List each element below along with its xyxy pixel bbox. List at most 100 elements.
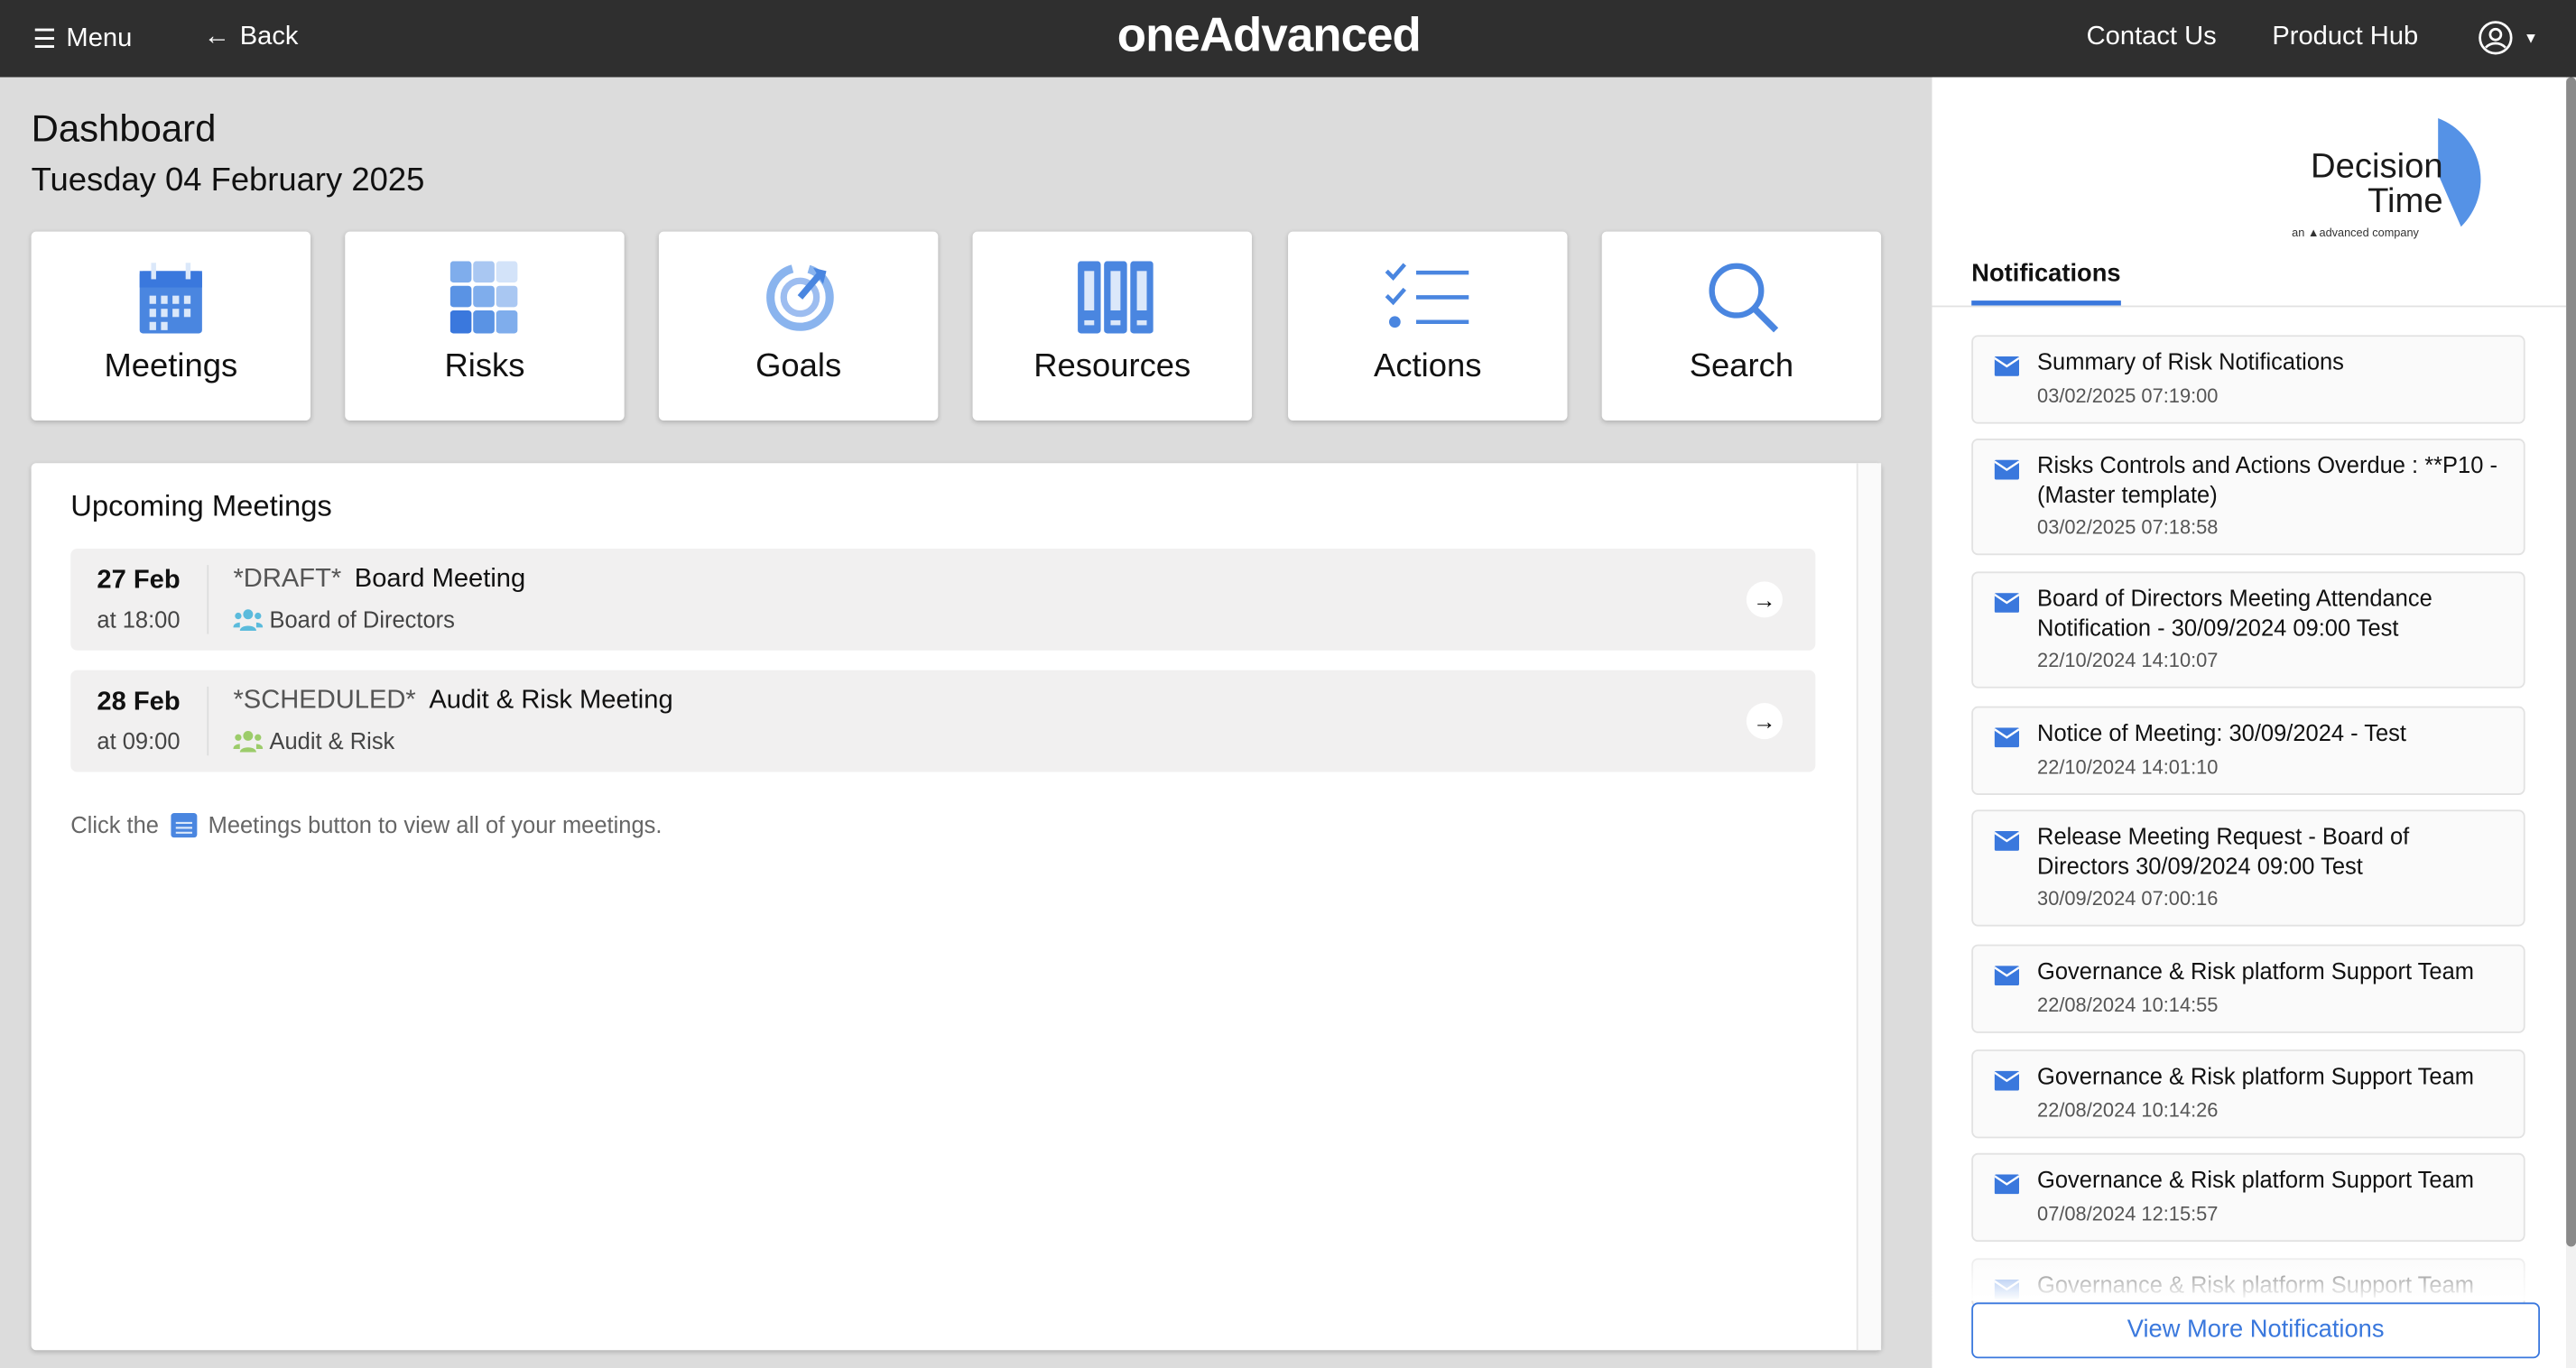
notification-card[interactable]: Risks Controls and Actions Overdue : **P… (1971, 438, 2525, 556)
panel-scrollbar[interactable] (1856, 463, 1882, 1351)
svg-text:Time: Time (2368, 181, 2443, 220)
current-date: Tuesday 04 February 2025 (31, 162, 425, 199)
caret-down-icon: ▼ (2523, 29, 2539, 46)
decision-time-logo: DecisionTime an ▲advanced company (2292, 118, 2481, 239)
notification-card[interactable]: Summary of Risk Notifications 03/02/2025 … (1971, 335, 2525, 423)
tile-actions[interactable]: Actions (1288, 231, 1568, 421)
notification-title: Risks Controls and Actions Overdue : **P… (2037, 451, 2497, 507)
notification-card[interactable]: Governance & Risk platform Support Team 0… (1971, 1152, 2525, 1242)
tile-meetings[interactable]: Meetings (31, 231, 311, 421)
calendar-icon (139, 263, 202, 334)
divider (207, 686, 209, 756)
tile-label: Actions (1374, 347, 1482, 384)
page-scrollbar[interactable] (2566, 77, 2576, 1368)
notification-date: 22/10/2024 14:01:10 (2037, 754, 2219, 778)
meeting-group: Audit & Risk (233, 727, 394, 753)
back-label: Back (239, 23, 299, 51)
open-meeting-button[interactable]: → (1746, 703, 1783, 740)
envelope-icon (1994, 356, 2020, 376)
tile-resources[interactable]: Resources (972, 231, 1252, 421)
user-menu[interactable]: ▼ (2478, 20, 2538, 56)
envelope-icon (1994, 831, 2020, 851)
back-button[interactable]: ← Back (204, 23, 299, 52)
meeting-status: *DRAFT* (233, 565, 342, 594)
notification-date: 30/09/2024 07:00:16 (2037, 886, 2219, 910)
meeting-name: Board Meeting (354, 565, 526, 594)
grid-icon (449, 261, 518, 334)
hint-text: Meetings button to view all of your meet… (208, 810, 663, 837)
group-name: Audit & Risk (269, 727, 395, 754)
meeting-title: *DRAFT* Board Meeting (233, 565, 525, 595)
people-icon (233, 730, 264, 753)
meeting-title: *SCHEDULED* Audit & Risk Meeting (233, 687, 672, 716)
search-icon (1709, 263, 1779, 333)
meeting-status: *SCHEDULED* (233, 686, 416, 715)
meeting-row[interactable]: 27 Feb at 18:00 *DRAFT* Board Meeting Boa… (70, 548, 1816, 651)
target-icon (766, 263, 834, 331)
svg-text:an ▲advanced company: an ▲advanced company (2292, 226, 2419, 239)
notification-card[interactable]: Governance & Risk platform Support Team 2… (1971, 944, 2525, 1032)
notification-date: 03/02/2025 07:18:58 (2037, 515, 2219, 540)
contact-us-link[interactable]: Contact Us (2087, 23, 2217, 52)
scrollbar-thumb[interactable] (2566, 77, 2576, 1247)
meeting-group: Board of Directors (233, 605, 455, 633)
notification-title: Governance & Risk platform Support Team (2037, 1166, 2474, 1193)
group-name: Board of Directors (269, 605, 455, 633)
hamburger-icon: ☰ (32, 26, 57, 55)
hint-text: Click the (70, 810, 159, 837)
tile-label: Risks (444, 347, 525, 384)
tile-label: Meetings (104, 347, 238, 384)
user-circle-icon (2479, 21, 2513, 55)
envelope-icon (1994, 1174, 2020, 1195)
tile-label: Resources (1033, 347, 1191, 384)
main-area: Dashboard Tuesday 04 February 2025 Meeti… (0, 77, 1932, 1368)
notification-title: Governance & Risk platform Support Team (2037, 1062, 2474, 1089)
envelope-icon (1994, 593, 2020, 613)
meeting-row[interactable]: 28 Feb at 09:00 *SCHEDULED* Audit & Risk … (70, 670, 1816, 772)
tile-goals[interactable]: Goals (658, 231, 939, 421)
page-title: Dashboard (31, 106, 217, 150)
svg-text:Decision: Decision (2311, 147, 2443, 186)
tile-search[interactable]: Search (1601, 231, 1882, 421)
menu-label: Menu (66, 24, 133, 53)
checklist-icon (1385, 263, 1469, 328)
notification-card[interactable]: Notice of Meeting: 30/09/2024 - Test 22/1… (1971, 706, 2525, 795)
envelope-icon (1994, 459, 2020, 480)
meeting-name: Audit & Risk Meeting (429, 686, 673, 715)
meeting-date: 28 Feb (97, 688, 181, 716)
notification-title: Release Meeting Request - Board of Direc… (2037, 822, 2410, 878)
notification-card[interactable]: Release Meeting Request - Board of Direc… (1971, 809, 2525, 927)
meeting-time: at 09:00 (97, 727, 181, 754)
notification-title: Governance & Risk platform Support Team (2037, 957, 2474, 984)
product-hub-link[interactable]: Product Hub (2272, 23, 2418, 52)
menu-button[interactable]: ☰ Menu (32, 23, 132, 55)
tab-notifications[interactable]: Notifications (1971, 260, 2120, 288)
notification-date: 22/10/2024 14:10:07 (2037, 648, 2219, 672)
view-more-notifications-button[interactable]: View More Notifications (1971, 1302, 2541, 1359)
tile-label: Goals (755, 347, 842, 384)
panel-title: Upcoming Meetings (70, 489, 332, 522)
notification-title: Notice of Meeting: 30/09/2024 - Test (2037, 719, 2406, 746)
notification-date: 03/02/2025 07:19:00 (2037, 384, 2219, 407)
meeting-time: at 18:00 (97, 605, 181, 633)
envelope-icon (1994, 1070, 2020, 1091)
oneadvanced-logo[interactable]: oneAdvanced (1117, 10, 1422, 64)
notification-card[interactable]: Board of Directors Meeting Attendance No… (1971, 571, 2525, 689)
open-meeting-button[interactable]: → (1746, 581, 1783, 618)
upcoming-meetings-panel: Upcoming Meetings 27 Feb at 18:00 *DRAFT… (31, 463, 1882, 1351)
notification-date: 07/08/2024 12:15:57 (2037, 1201, 2219, 1225)
notification-card[interactable]: Governance & Risk platform Support Team 2… (1971, 1049, 2525, 1138)
notification-date: 22/08/2024 10:14:26 (2037, 1097, 2219, 1122)
envelope-icon (1994, 966, 2020, 986)
notification-date: 22/08/2024 10:14:55 (2037, 993, 2219, 1016)
list-fade (1932, 1251, 2567, 1301)
people-icon (233, 609, 264, 631)
divider (1932, 305, 2567, 308)
tile-label: Search (1689, 347, 1794, 384)
divider (207, 565, 209, 634)
calendar-icon (170, 812, 197, 838)
notification-title: Summary of Risk Notifications (2037, 347, 2344, 375)
binders-icon (1078, 261, 1154, 334)
tile-risks[interactable]: Risks (345, 231, 625, 421)
top-bar: ☰ Menu ← Back oneAdvanced Contact Us Produ… (0, 0, 2576, 78)
